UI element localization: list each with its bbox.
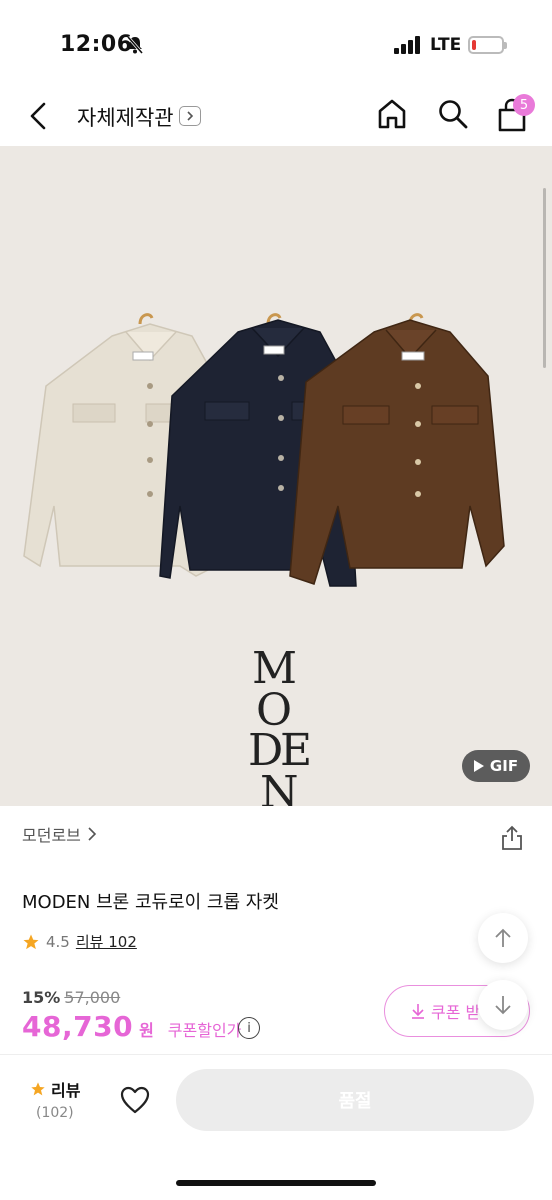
search-icon[interactable]: [437, 98, 469, 134]
original-price: 57,000: [64, 988, 121, 1007]
page-title[interactable]: 자체제작관: [77, 102, 174, 132]
arrow-down-icon: [495, 996, 511, 1015]
star-icon: [31, 1082, 45, 1096]
soldout-button[interactable]: 품절: [176, 1069, 534, 1131]
back-icon[interactable]: [26, 101, 50, 135]
gif-toggle-button[interactable]: GIF: [462, 750, 530, 782]
rating-row[interactable]: 4.5 리뷰 102: [22, 931, 137, 952]
discount-row: 15% 57,000: [22, 988, 120, 1007]
product-name: MODEN 브론 코듀로이 크롭 자켓: [22, 892, 279, 913]
chevron-right-icon[interactable]: [179, 106, 201, 126]
status-time: 12:06: [60, 32, 133, 57]
brand-name: 모던로브: [22, 826, 81, 845]
bottom-review-count: (102): [36, 1105, 74, 1121]
review-link[interactable]: 리뷰 102: [76, 931, 137, 952]
bottom-review-button[interactable]: 리뷰: [30, 1077, 80, 1101]
network-type: LTE: [430, 35, 462, 55]
brand-link[interactable]: 모던로브: [22, 822, 97, 846]
home-indicator: [176, 1180, 376, 1186]
currency-label: 원: [139, 1021, 154, 1040]
scroll-bottom-button[interactable]: [478, 980, 528, 1030]
home-icon[interactable]: [377, 98, 407, 134]
price-row: 48,730 원 쿠폰할인가: [22, 1010, 241, 1043]
product-image[interactable]: M O D E N GIF: [0, 146, 552, 806]
play-icon: [473, 760, 484, 772]
scroll-top-button[interactable]: [478, 913, 528, 963]
heart-icon[interactable]: [120, 1086, 150, 1118]
logo-letter: N: [260, 767, 299, 807]
rating-score: 4.5: [46, 932, 70, 951]
arrow-up-icon: [495, 928, 511, 947]
cart-count-badge: 5: [513, 94, 535, 116]
coupon-price-label: 쿠폰할인가: [167, 1021, 242, 1040]
top-nav: 자체제작관 5: [0, 86, 552, 146]
sale-price: 48,730: [22, 1010, 134, 1043]
share-icon[interactable]: [500, 825, 524, 855]
star-icon: [23, 934, 39, 949]
download-icon: [412, 1004, 424, 1019]
discount-rate: 15%: [22, 988, 61, 1007]
bottom-review-label: 리뷰: [51, 1081, 81, 1100]
bottom-action-bar: 리뷰 (102) 품절: [0, 1054, 552, 1200]
silent-bell-icon: [125, 35, 145, 59]
gif-label: GIF: [489, 757, 519, 775]
cellular-signal-icon: [394, 36, 422, 58]
vertical-scroll-indicator: [543, 188, 546, 368]
chevron-right-icon: [88, 827, 97, 841]
coupon-button-label: 쿠폰 받: [431, 1003, 481, 1022]
battery-icon: [468, 36, 507, 54]
info-icon[interactable]: i: [238, 1017, 260, 1039]
status-bar: 12:06 LTE: [0, 0, 552, 86]
